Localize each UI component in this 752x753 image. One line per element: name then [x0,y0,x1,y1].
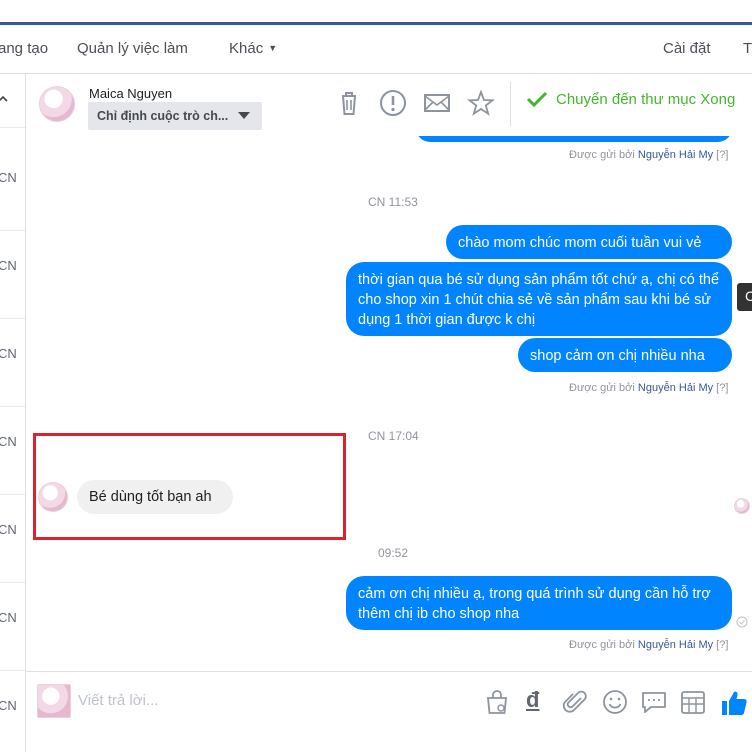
tooltip: C [737,283,752,311]
rail-item-date[interactable]: CN [0,610,17,625]
rail-divider [0,230,25,231]
rail-item-date[interactable]: CN [0,522,17,537]
rail-item-date[interactable]: CN [0,434,17,449]
shopping-bag-icon[interactable] [483,688,511,716]
message-bubble-outgoing[interactable] [416,136,732,142]
move-to-done-label: Chuyển đến thư mục Xong [556,91,736,108]
rail-divider [0,494,25,495]
sent-by-label: Được gửi bởi Nguyễn Hải My [?] [569,639,728,651]
header-divider [510,82,511,126]
appointment-icon[interactable] [679,688,707,716]
page-avatar [37,684,71,718]
nav-item-settings[interactable]: Cài đặt [663,40,711,57]
sender-name[interactable]: Nguyễn Hải My [638,639,713,651]
sent-by-prefix: Được gửi bởi [569,382,635,394]
sender-name[interactable]: Nguyễn Hải My [638,149,713,161]
help-link[interactable]: [?] [716,639,728,651]
mail-icon[interactable] [422,88,452,118]
caret-down-icon: ▼ [268,43,278,53]
contact-avatar[interactable] [39,86,75,122]
help-link[interactable]: [?] [716,149,728,161]
message-bubble-outgoing[interactable]: cảm ơn chị nhiều ạ, trong quá trình sử d… [346,576,732,630]
timestamp: CN 11:53 [368,195,418,209]
reply-composer: Viết trả lời... đ [26,671,752,753]
rail-divider [0,582,25,583]
message-bubble-outgoing[interactable]: chào mom chúc mom cuối tuần vui vẻ [446,225,732,259]
alert-icon[interactable] [378,88,408,118]
timestamp: CN 17:04 [368,429,419,443]
reply-input[interactable]: Viết trả lời... [78,692,158,709]
customer-avatar[interactable] [38,482,68,512]
message-thread: Được gửi bởi Nguyễn Hải My [?] CN 11:53 … [26,136,752,671]
sent-by-label: Được gửi bởi Nguyễn Hải My [?] [569,382,728,394]
contact-name[interactable]: Maica Nguyen [89,86,172,101]
rail-divider [0,670,25,671]
saved-reply-icon[interactable] [640,688,668,716]
timestamp: 09:52 [378,546,409,560]
caret-down-icon [238,112,250,119]
check-icon [526,91,548,108]
move-to-done-button[interactable]: Chuyển đến thư mục Xong [526,90,735,108]
conversation-header: Maica Nguyen Chỉ định cuộc trò ch... Chu… [26,74,752,137]
nav-item-more[interactable]: Khác ▼ [229,40,277,57]
sent-by-prefix: Được gửi bởi [569,639,635,651]
rail-item-date[interactable]: CN [0,346,17,361]
seen-avatar [734,498,750,514]
star-icon[interactable] [466,88,496,118]
emoji-icon[interactable] [601,688,629,716]
assign-label: Chỉ định cuộc trò ch... [97,109,229,123]
nav-item-jobs[interactable]: Quản lý việc làm [77,40,188,57]
page-nav-bar: ang tạo Quản lý việc làm Khác ▼ Cài đặt T [0,25,752,74]
message-bubble-outgoing[interactable]: thời gian qua bé sử dụng sản phẩm tốt ch… [346,262,732,336]
sent-by-prefix: Được gửi bởi [569,149,635,161]
conversation-list-rail: CN CN CN CN CN CN CN [0,74,26,752]
top-blue-bar [0,0,752,25]
nav-item-create[interactable]: ang tạo [0,40,48,57]
rail-divider [0,127,25,128]
assign-conversation-dropdown[interactable]: Chỉ định cuộc trò ch... [88,102,262,130]
nav-more-label: Khác [229,40,264,57]
rail-divider [0,406,25,407]
rail-divider [0,318,25,319]
sent-by-label: Được gửi bởi Nguyễn Hải My [?] [569,149,728,161]
trash-icon[interactable] [334,88,364,118]
message-bubble-incoming[interactable]: Bé dùng tốt bạn ah [77,480,233,514]
help-link[interactable]: [?] [716,382,728,394]
sender-name[interactable]: Nguyễn Hải My [638,382,713,394]
rail-item-date[interactable]: CN [0,258,17,273]
rail-item-date[interactable]: CN [0,698,17,713]
delivered-check-icon [736,616,748,628]
message-bubble-outgoing[interactable]: shop cảm ơn chị nhiều nha [518,338,732,372]
chevron-up-icon[interactable] [0,94,8,104]
nav-item-truncated[interactable]: T [743,40,752,57]
rail-item-date[interactable]: CN [0,170,17,185]
tooltip-text: C [745,288,752,304]
like-icon[interactable] [719,688,749,718]
paperclip-icon[interactable] [561,688,589,716]
dong-currency-icon[interactable]: đ [526,687,539,713]
